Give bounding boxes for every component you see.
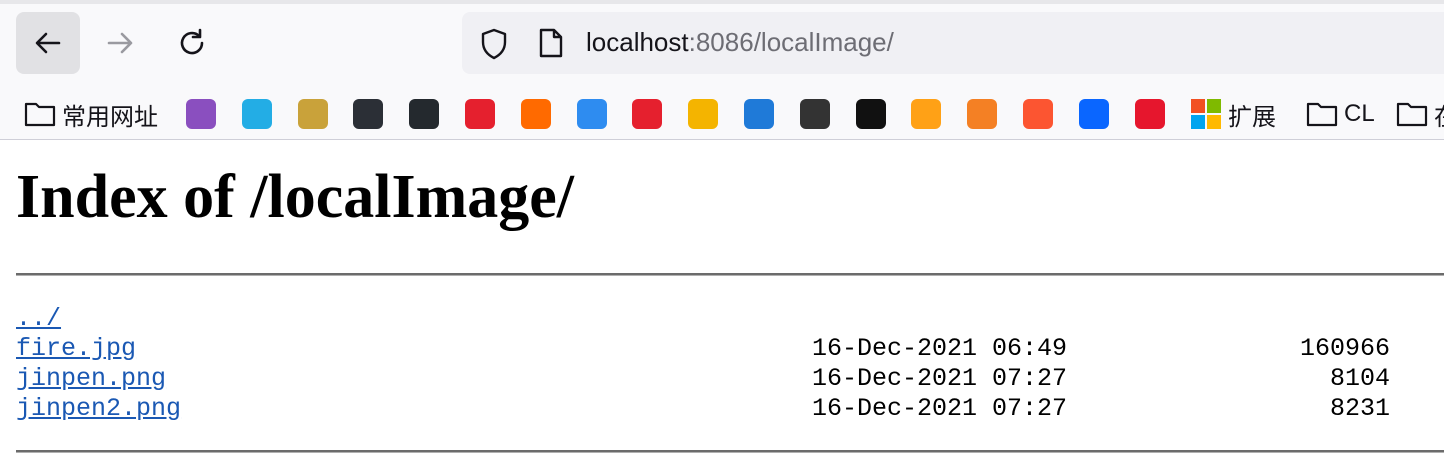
- bookmark-zhihu[interactable]: [1078, 96, 1109, 132]
- folder-icon: [1396, 102, 1428, 127]
- arrow-right-icon: [107, 32, 133, 54]
- stackoverflow-icon: [967, 99, 998, 129]
- weibo-icon: [1134, 99, 1165, 129]
- cloud-icon: [576, 99, 607, 129]
- browser-toolbar: localhost:8086/localImage/: [0, 0, 1444, 88]
- bookmark-cl-label: CL: [1344, 100, 1375, 127]
- page-icon[interactable]: [538, 27, 564, 59]
- url-bar[interactable]: localhost:8086/localImage/: [462, 12, 1444, 74]
- file-link[interactable]: ../: [16, 304, 61, 334]
- file-size: 160966: [1299, 334, 1390, 363]
- page-title: Index of /localImage/: [16, 163, 574, 231]
- bookmark-bilibili[interactable]: [241, 96, 272, 132]
- bookmark-dark-circle[interactable]: [855, 96, 886, 132]
- bracket-orange-icon: [520, 99, 551, 129]
- dark-circle-icon: [855, 99, 886, 129]
- bookmark-g-red[interactable]: [465, 96, 495, 132]
- bookmark-colorful-circle[interactable]: [688, 96, 719, 132]
- folder-icon: [24, 102, 56, 127]
- back-button[interactable]: [16, 12, 80, 74]
- csdn-icon: [1023, 99, 1053, 129]
- bookmark-folder-common[interactable]: 常用网址: [24, 96, 158, 132]
- microsoft-icon: [1191, 99, 1221, 129]
- bookmark-robot[interactable]: [353, 96, 384, 132]
- bookmark-y-red[interactable]: [632, 96, 663, 132]
- divider-bottom: [16, 450, 1444, 453]
- bookmark-bracket-orange[interactable]: [520, 96, 551, 132]
- pen-icon: [799, 99, 830, 129]
- bookmark-extensions-label: 扩展: [1228, 103, 1276, 131]
- bookmark-folder-more[interactable]: 在: [1396, 96, 1444, 132]
- arrow-left-icon: [35, 32, 61, 54]
- g-red-icon: [465, 99, 495, 129]
- zhihu-icon: [1078, 99, 1109, 129]
- purple-circle-icon: [186, 99, 216, 129]
- bookmark-github[interactable]: [409, 96, 440, 132]
- github-icon: [409, 99, 440, 129]
- forward-button[interactable]: [88, 12, 152, 74]
- bookmark-purple-circle[interactable]: [186, 96, 216, 132]
- bookmark-folder-cl[interactable]: CL: [1306, 96, 1375, 132]
- file-row: fire.jpg 16-Dec-2021 06:49 160966: [16, 334, 1444, 364]
- file-date: 16-Dec-2021 06:49: [812, 334, 1068, 363]
- bookmark-stackoverflow[interactable]: [967, 96, 998, 132]
- url-path: :8086/localImage/: [688, 27, 894, 57]
- file-link[interactable]: jinpen.png: [16, 364, 166, 394]
- file-date: 16-Dec-2021 07:27: [812, 364, 1068, 393]
- file-row: jinpen.png 16-Dec-2021 07:27 8104: [16, 364, 1444, 394]
- bookmark-more-label: 在: [1434, 97, 1444, 132]
- bookmark-weibo[interactable]: [1134, 96, 1165, 132]
- folder-icon: [1306, 102, 1338, 127]
- colorful-circle-icon: [688, 99, 719, 129]
- bookmark-cloud[interactable]: [576, 96, 607, 132]
- url-host: localhost: [586, 27, 689, 57]
- bookmark-folder-label: 常用网址: [62, 103, 158, 131]
- bookmark-leetcode[interactable]: [911, 96, 942, 132]
- file-link[interactable]: fire.jpg: [16, 334, 136, 364]
- bookmarks-bar: 常用网址 扩展 CL 在: [0, 88, 1444, 140]
- reload-button[interactable]: [160, 12, 224, 74]
- file-row: jinpen2.png 16-Dec-2021 07:27 8231: [16, 394, 1444, 424]
- graduation-icon: [744, 99, 774, 129]
- shield-icon[interactable]: [478, 27, 510, 61]
- robot-icon: [353, 99, 384, 129]
- bilibili-icon: [241, 99, 272, 129]
- bookmark-extensions[interactable]: 扩展: [1190, 96, 1276, 132]
- leetcode-icon: [911, 99, 942, 129]
- bookmark-pen[interactable]: [799, 96, 830, 132]
- reload-icon: [180, 28, 204, 55]
- file-link[interactable]: jinpen2.png: [16, 394, 181, 424]
- file-date: 16-Dec-2021 07:27: [812, 394, 1068, 423]
- bookmark-graduation[interactable]: [744, 96, 774, 132]
- y-red-icon: [632, 99, 663, 129]
- url-text[interactable]: localhost:8086/localImage/: [586, 26, 894, 58]
- file-size: 8231: [1329, 394, 1390, 423]
- file-row: ../: [16, 304, 1444, 334]
- bookmark-csdn[interactable]: [1023, 96, 1053, 132]
- divider-top: [16, 273, 1444, 276]
- bookmark-tiger[interactable]: [297, 96, 328, 132]
- tiger-icon: [297, 99, 328, 129]
- file-listing: ../fire.jpg 16-Dec-2021 06:49 160966 jinpen…: [16, 304, 1444, 424]
- file-size: 8104: [1329, 364, 1390, 393]
